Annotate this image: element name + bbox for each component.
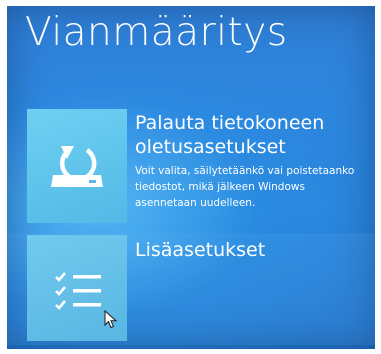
option-reset-pc-title: Palauta tietokoneen oletusasetukset xyxy=(135,112,325,158)
troubleshoot-screen: Vianmääritys Palauta tietokoneen oletusa… xyxy=(7,6,375,349)
reset-pc-tile[interactable] xyxy=(27,109,127,223)
option-advanced[interactable]: Lisäasetukset xyxy=(7,233,375,345)
page-title: Vianmääritys xyxy=(25,10,288,55)
reset-pc-icon xyxy=(51,146,103,187)
mouse-pointer-icon xyxy=(104,310,118,329)
option-reset-pc[interactable]: Palauta tietokoneen oletusasetukset Voit… xyxy=(7,106,375,226)
option-reset-pc-description: Voit valita, säilytetäänkö vai poistetaa… xyxy=(135,165,355,209)
option-advanced-title: Lisäasetukset xyxy=(135,239,266,261)
